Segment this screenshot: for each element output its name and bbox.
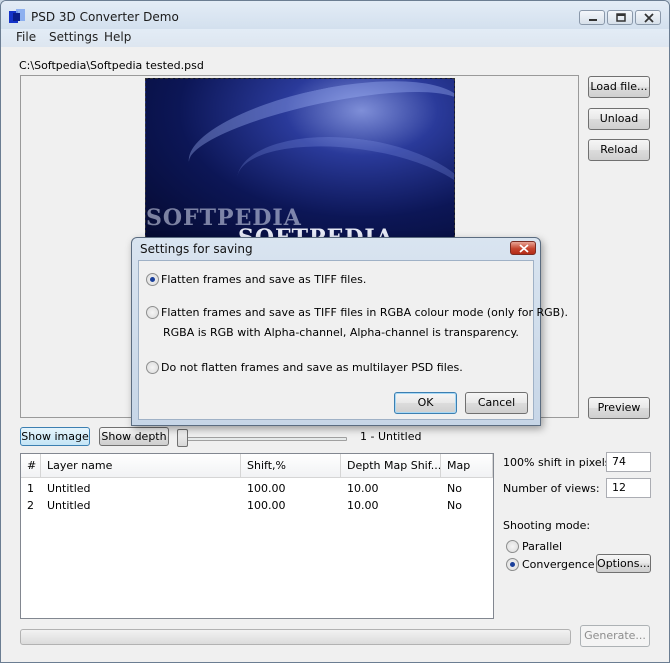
cancel-button[interactable]: Cancel bbox=[465, 392, 528, 414]
close-icon bbox=[519, 244, 529, 253]
shooting-mode-label: Shooting mode: bbox=[503, 519, 591, 532]
menu-settings[interactable]: Settings bbox=[49, 30, 98, 44]
table-cell[interactable]: 10.00 bbox=[341, 497, 441, 514]
main-window: PSD 3D Converter Demo File Settings Help… bbox=[0, 0, 670, 663]
menu-bar: File Settings Help bbox=[1, 29, 669, 47]
shift-pixels-label: 100% shift in pixels: bbox=[503, 456, 615, 469]
dialog-title: Settings for saving bbox=[140, 242, 253, 256]
column-header-layer-name[interactable]: Layer name bbox=[41, 454, 241, 478]
table-cell[interactable]: Untitled bbox=[41, 497, 241, 514]
rgba-description: RGBA is RGB with Alpha-channel, Alpha-ch… bbox=[163, 326, 519, 339]
dialog-body: Flatten frames and save as TIFF files. F… bbox=[138, 260, 568, 420]
column-header-depth-map-shift[interactable]: Depth Map Shif... bbox=[341, 454, 441, 478]
table-cell[interactable]: 10.00 bbox=[341, 480, 441, 497]
flatten-tiff-label[interactable]: Flatten frames and save as TIFF files. bbox=[161, 273, 366, 286]
close-icon bbox=[644, 13, 654, 23]
reload-button[interactable]: Reload bbox=[588, 139, 650, 161]
progress-bar bbox=[20, 629, 571, 645]
table-cell[interactable]: 2 bbox=[21, 497, 41, 514]
flatten-tiff-rgba-label[interactable]: Flatten frames and save as TIFF files in… bbox=[161, 306, 568, 319]
table-cell[interactable]: Untitled bbox=[41, 480, 241, 497]
table-cell[interactable]: No bbox=[441, 480, 493, 497]
number-of-views-input[interactable]: 12 bbox=[606, 478, 651, 498]
menu-help[interactable]: Help bbox=[104, 30, 131, 44]
ok-button[interactable]: OK bbox=[394, 392, 457, 414]
show-depth-button[interactable]: Show depth bbox=[99, 427, 169, 446]
table-cell[interactable]: 100.00 bbox=[241, 497, 341, 514]
preview-button[interactable]: Preview bbox=[588, 397, 650, 419]
convergence-radio[interactable] bbox=[506, 558, 519, 571]
dialog-close-button[interactable] bbox=[510, 241, 536, 255]
column-header-shift[interactable]: Shift,% bbox=[241, 454, 341, 478]
settings-for-saving-dialog: Settings for saving Flatten frames and s… bbox=[131, 237, 568, 426]
generate-button[interactable]: Generate... bbox=[580, 625, 650, 647]
layer-slider-track[interactable] bbox=[181, 437, 347, 441]
layers-table[interactable]: # Layer name Shift,% Depth Map Shif... M… bbox=[20, 453, 494, 619]
show-image-button[interactable]: Show image bbox=[20, 427, 90, 446]
table-cell[interactable]: 100.00 bbox=[241, 480, 341, 497]
restore-icon bbox=[616, 13, 626, 22]
parallel-label[interactable]: Parallel bbox=[522, 540, 562, 553]
app-icon bbox=[9, 9, 25, 23]
column-header-index[interactable]: # bbox=[21, 454, 41, 478]
number-of-views-label: Number of views: bbox=[503, 482, 600, 495]
flatten-tiff-rgba-radio[interactable] bbox=[146, 306, 159, 319]
minimize-icon bbox=[589, 19, 597, 21]
multilayer-psd-radio[interactable] bbox=[146, 361, 159, 374]
layer-slider-thumb[interactable] bbox=[177, 429, 188, 447]
convergence-label[interactable]: Convergence bbox=[522, 558, 595, 571]
unload-button[interactable]: Unload bbox=[588, 108, 650, 130]
file-path-label: C:\Softpedia\Softpedia tested.psd bbox=[19, 59, 204, 72]
window-title: PSD 3D Converter Demo bbox=[31, 10, 179, 24]
restore-button[interactable] bbox=[607, 10, 633, 25]
table-cell[interactable]: 1 bbox=[21, 480, 41, 497]
minimize-button[interactable] bbox=[579, 10, 605, 25]
options-button[interactable]: Options... bbox=[596, 554, 651, 573]
slider-value-label: 1 - Untitled bbox=[360, 430, 422, 443]
menu-file[interactable]: File bbox=[16, 30, 36, 44]
shift-pixels-input[interactable]: 74 bbox=[606, 452, 651, 472]
flatten-tiff-radio[interactable] bbox=[146, 273, 159, 286]
title-bar[interactable]: PSD 3D Converter Demo bbox=[1, 1, 669, 29]
parallel-radio[interactable] bbox=[506, 540, 519, 553]
multilayer-psd-label[interactable]: Do not flatten frames and save as multil… bbox=[161, 361, 463, 374]
close-button[interactable] bbox=[635, 10, 661, 25]
psd-preview-image: SOFTPEDIA SOFTPEDIA bbox=[145, 78, 455, 238]
column-header-map[interactable]: Map bbox=[441, 454, 493, 478]
load-file-button[interactable]: Load file... bbox=[588, 76, 650, 98]
table-cell[interactable]: No bbox=[441, 497, 493, 514]
